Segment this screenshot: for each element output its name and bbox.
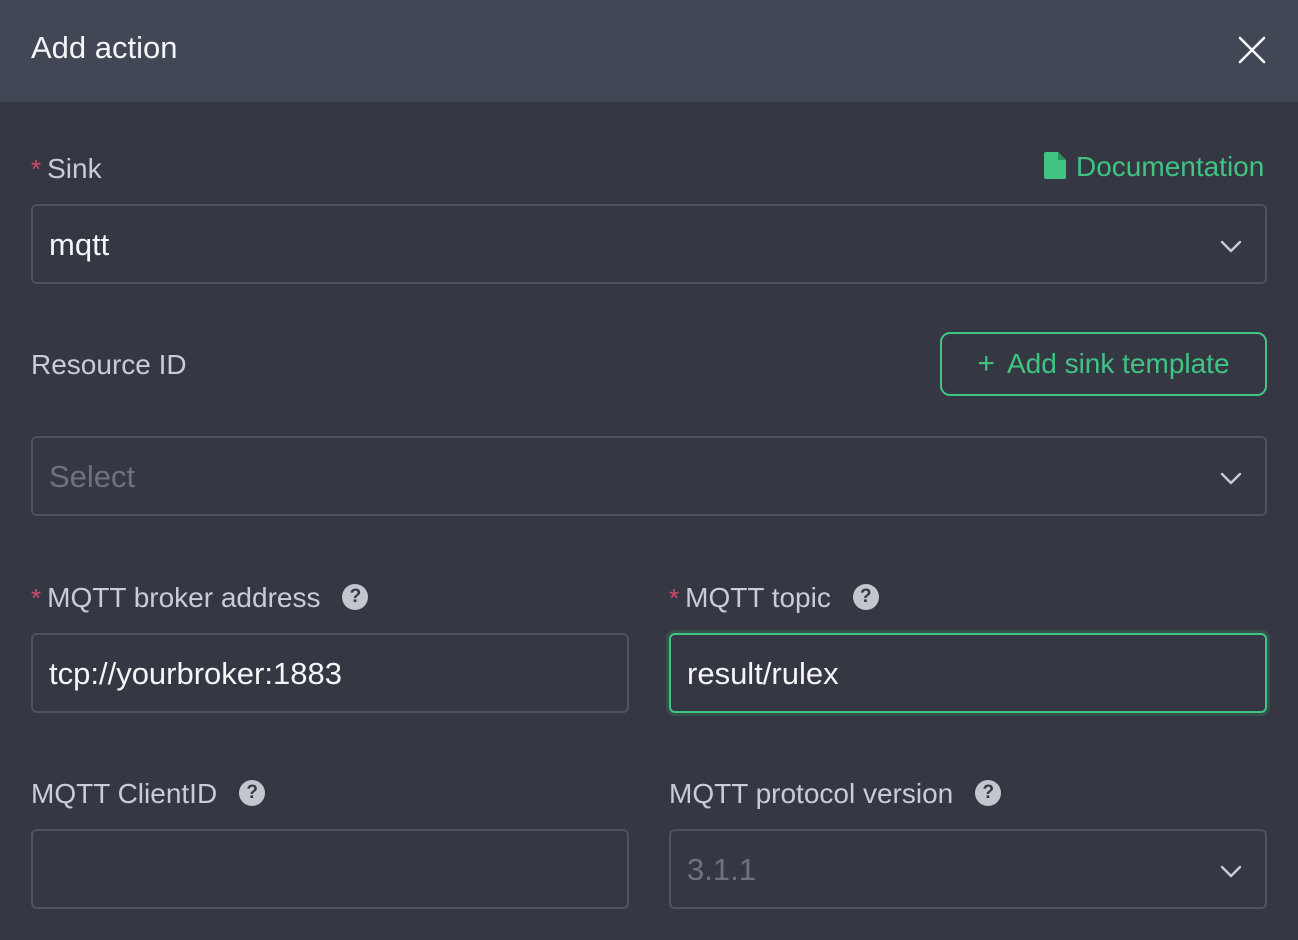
- dialog-header: Add action: [0, 0, 1298, 102]
- client-id-label-text: MQTT ClientID: [31, 778, 218, 809]
- topic-label: * MQTT topic?: [669, 581, 879, 615]
- chevron-down-icon: [1220, 472, 1242, 485]
- required-mark: *: [31, 583, 42, 613]
- resource-id-label: Resource ID: [31, 349, 187, 380]
- chevron-down-icon: [1220, 865, 1242, 878]
- broker-address-input[interactable]: tcp://yourbroker:1883: [31, 633, 629, 713]
- required-mark: *: [669, 583, 680, 613]
- help-icon[interactable]: ?: [342, 584, 369, 610]
- required-mark: *: [31, 154, 42, 184]
- client-id-label: MQTT ClientID?: [31, 777, 266, 811]
- broker-address-value: tcp://yourbroker:1883: [49, 656, 342, 691]
- topic-input[interactable]: result/rulex: [669, 633, 1267, 713]
- protocol-version-label: MQTT protocol version?: [669, 777, 1002, 811]
- add-action-dialog: Add action * Sink Documentation mqtt Reso…: [0, 0, 1298, 940]
- help-icon[interactable]: ?: [975, 780, 1002, 806]
- resource-id-placeholder: Select: [49, 459, 136, 494]
- topic-value: result/rulex: [687, 656, 839, 691]
- topic-label-text: MQTT topic: [685, 582, 831, 613]
- client-id-input[interactable]: [31, 829, 629, 909]
- protocol-version-label-text: MQTT protocol version: [669, 778, 954, 809]
- sink-select-value: mqtt: [49, 227, 110, 262]
- add-sink-template-button[interactable]: + Add sink template: [940, 332, 1267, 396]
- sink-label-text: Sink: [47, 153, 102, 184]
- document-icon: [1044, 152, 1066, 179]
- help-icon[interactable]: ?: [852, 584, 879, 610]
- documentation-link-label: Documentation: [1076, 151, 1265, 182]
- dialog-title: Add action: [31, 30, 178, 65]
- broker-address-label: * MQTT broker address?: [31, 581, 369, 615]
- protocol-version-placeholder: 3.1.1: [687, 852, 756, 887]
- sink-select[interactable]: mqtt: [31, 204, 1267, 284]
- help-icon[interactable]: ?: [239, 780, 266, 806]
- chevron-down-icon: [1220, 240, 1242, 253]
- broker-address-label-text: MQTT broker address: [47, 582, 321, 613]
- resource-id-select[interactable]: Select: [31, 436, 1267, 516]
- sink-label: * Sink: [31, 152, 102, 186]
- add-sink-template-label: Add sink template: [1006, 348, 1230, 379]
- close-button[interactable]: [1232, 30, 1272, 70]
- plus-icon: +: [977, 347, 995, 380]
- close-icon: [1238, 36, 1266, 64]
- documentation-link[interactable]: Documentation: [1044, 150, 1264, 184]
- protocol-version-select[interactable]: 3.1.1: [669, 829, 1267, 909]
